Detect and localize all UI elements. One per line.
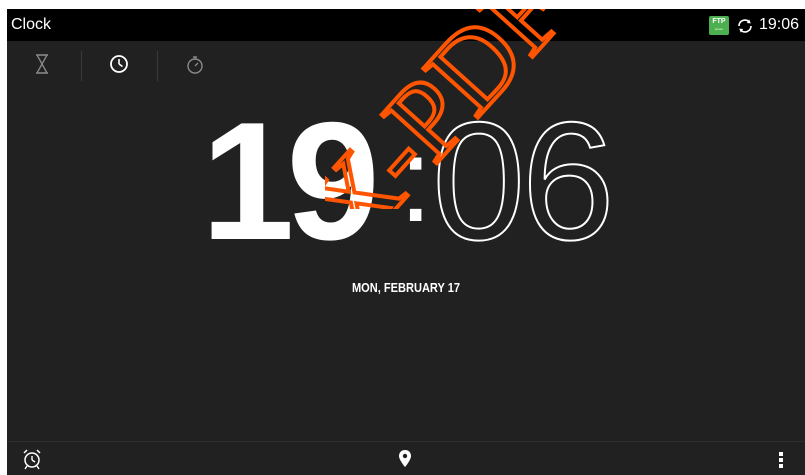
status-bar: Clock FTP server 19:06 (7, 9, 805, 41)
tab-clock[interactable] (106, 51, 132, 77)
clock-minutes: 06 (431, 87, 616, 275)
mode-tabs (7, 41, 805, 89)
status-time: 19:06 (759, 16, 800, 33)
clock-app-screen: Clock FTP server 19:06 19: 06 MON, FEBR… (7, 9, 805, 475)
tab-divider (81, 51, 82, 81)
hourglass-icon (35, 54, 49, 74)
ftp-server-icon: FTP server (709, 16, 729, 35)
overflow-menu-button[interactable] (777, 450, 785, 475)
alarm-clock-icon (23, 449, 41, 470)
clock-date: MON, FEBRUARY 17 (351, 280, 461, 295)
overflow-menu-icon (779, 452, 783, 468)
tab-divider (157, 51, 158, 81)
sync-icon (738, 19, 752, 33)
clock-hour: 19 (201, 87, 380, 275)
tab-timer[interactable] (29, 51, 55, 77)
location-pin-icon (399, 450, 411, 467)
app-title: Clock (11, 16, 52, 33)
cities-button[interactable] (397, 449, 413, 474)
bottom-action-bar (7, 442, 805, 475)
alarms-button[interactable] (21, 448, 43, 475)
stopwatch-icon (187, 56, 203, 74)
clock-icon (110, 55, 128, 73)
digital-clock: 19 : 06 (7, 87, 805, 275)
ftp-badge-label: FTP (712, 18, 726, 25)
ftp-badge-sub: server (714, 27, 724, 31)
tab-stopwatch[interactable] (182, 51, 208, 77)
clock-separator: : (399, 113, 433, 247)
